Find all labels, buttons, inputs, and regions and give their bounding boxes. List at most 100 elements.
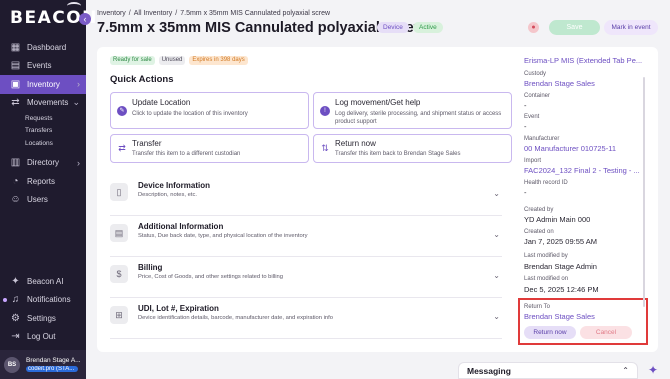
created-by-value: YD Admin Main 000 <box>524 215 591 224</box>
cancel-button[interactable]: Cancel <box>580 326 632 339</box>
qa-card-desc: Log delivery, sterile processing, and sh… <box>335 111 502 125</box>
unused-chip: Unused <box>158 56 186 65</box>
sidebar-item-dashboard[interactable]: ▦ Dashboard <box>0 38 86 57</box>
chevron-down-icon: ⌄ <box>493 271 500 280</box>
sidebar: BEACON ‹ ▦ Dashboard ▤ Events ▣ Inventor… <box>0 0 96 379</box>
sidebar-item-reports[interactable]: ◔ Reports <box>0 172 86 191</box>
breadcrumb-all-inventory[interactable]: All Inventory <box>134 10 173 17</box>
additional-information-section[interactable]: ▤ Additional Information Status, Due bac… <box>110 216 502 257</box>
user-org-badge: codeit.pro (STA... <box>26 366 78 372</box>
return-to-box: Return To Brendan Stage Sales Return now… <box>518 298 648 345</box>
modified-by-label: Last modified by <box>524 253 568 259</box>
save-button[interactable]: Save <box>549 20 600 35</box>
udi-section[interactable]: ⊞ UDI, Lot #, Expiration Device identifi… <box>110 298 502 339</box>
section-desc: Price, Cost of Goods, and other settings… <box>138 274 284 280</box>
sidebar-item-label: Settings <box>27 313 56 323</box>
modified-by-value: Brendan Stage Admin <box>524 262 597 271</box>
container-label: Container <box>524 93 551 99</box>
import-value[interactable]: FAC2024_132 Final 2 - Testing - ... <box>524 166 646 175</box>
sidebar-item-users[interactable]: ☺ Users <box>0 191 86 210</box>
chevron-down-icon: ⌄ <box>493 230 500 239</box>
device-icon: ▯ <box>110 183 128 201</box>
details-panel: Erisma-LP MIS (Extended Tab Pe... Custod… <box>518 52 648 350</box>
sidebar-item-label: Notifications <box>27 295 71 305</box>
user-profile[interactable]: BS Brendan Stage A... codeit.pro (STA... <box>0 350 86 379</box>
sidebar-subitem-label: Requests <box>25 114 53 122</box>
bell-icon: ♫ <box>11 294 20 306</box>
return-to-value[interactable]: Brendan Stage Sales <box>524 312 646 321</box>
sidebar-item-movements[interactable]: ⇄ Movements ⌄ <box>0 94 86 113</box>
sidebar-item-directory[interactable]: ▥ Directory › <box>0 154 86 173</box>
transfer-icon: ⇄ <box>118 143 126 153</box>
breadcrumb: Inventory / All Inventory/7.5mm x 35mm MIS… <box>97 10 330 17</box>
sidebar-item-events[interactable]: ▤ Events <box>0 57 86 76</box>
return-to-label: Return To <box>524 304 550 310</box>
section-title: UDI, Lot #, Expiration <box>138 304 219 313</box>
return-now-button[interactable]: Return now <box>524 326 576 339</box>
sidebar-item-label: Events <box>27 61 52 71</box>
chevron-up-icon[interactable]: ⌃ <box>622 366 629 375</box>
device-tag: Device <box>377 22 409 33</box>
section-desc: Device identification details, barcode, … <box>138 315 333 321</box>
health-record-value: - <box>524 188 527 197</box>
sidebar-item-settings[interactable]: ⚙ Settings <box>0 309 86 328</box>
dollar-icon: $ <box>110 265 128 283</box>
avatar: BS <box>4 356 20 373</box>
product-link[interactable]: Erisma-LP MIS (Extended Tab Pe... <box>524 56 646 65</box>
chevron-down-icon: ⌄ <box>72 97 80 108</box>
sidebar-item-label: Reports <box>27 176 56 186</box>
gear-icon: ⚙ <box>11 312 20 324</box>
document-icon: ▤ <box>110 224 128 242</box>
container-value: - <box>524 101 527 110</box>
alert-icon[interactable]: ● <box>528 22 539 33</box>
event-label: Event <box>524 114 540 120</box>
notification-dot <box>3 297 7 302</box>
sparkle-icon[interactable]: ✦ <box>646 363 660 377</box>
log-movement-card[interactable]: ! Log movement/Get help Log delivery, st… <box>313 92 512 129</box>
scrollbar[interactable] <box>643 77 645 307</box>
sidebar-item-label: Movements <box>27 98 69 108</box>
sidebar-item-label: Directory <box>27 158 60 168</box>
breadcrumb-separator: / <box>128 10 131 17</box>
qa-card-desc: Click to update the location of this inv… <box>132 111 248 117</box>
device-information-section[interactable]: ▯ Device Information Description, notes,… <box>110 175 502 216</box>
health-record-label: Health record ID <box>524 180 568 186</box>
sidebar-item-notifications[interactable]: ♫ Notifications <box>0 291 86 310</box>
sidebar-item-label: Dashboard <box>27 42 67 52</box>
section-desc: Description, notes, etc. <box>138 192 197 198</box>
chevron-right-icon: › <box>77 157 80 168</box>
event-value: - <box>524 122 527 131</box>
location-icon: ✎ <box>117 105 127 116</box>
status-badge: Active <box>413 22 443 33</box>
manufacturer-value[interactable]: 00 Manufacturer 010725-11 <box>524 144 646 153</box>
breadcrumb-separator: / <box>175 10 178 17</box>
sidebar-item-label: Users <box>27 195 48 205</box>
mark-in-event-button[interactable]: Mark in event <box>604 20 658 35</box>
sidebar-nav: ▦ Dashboard ▤ Events ▣ Inventory › ⇄ Mov… <box>0 38 86 209</box>
chevron-right-icon: › <box>77 79 80 90</box>
breadcrumb-inventory[interactable]: Inventory <box>97 10 126 17</box>
sidebar-subitem-locations[interactable]: Locations <box>0 137 86 150</box>
created-on-value: Jan 7, 2025 09:55 AM <box>524 237 597 246</box>
transfer-card[interactable]: ⇄ Transfer Transfer this item to a diffe… <box>110 134 309 163</box>
custody-value[interactable]: Brendan Stage Sales <box>524 79 646 88</box>
qa-card-desc: Transfer this item back to Brendan Stage… <box>335 151 461 157</box>
sidebar-item-logout[interactable]: ⇥ Log Out <box>0 328 86 347</box>
sidebar-subitem-label: Locations <box>25 139 53 147</box>
movements-icon: ⇄ <box>11 97 20 109</box>
chevron-down-icon: ⌄ <box>493 189 500 198</box>
reports-icon: ◔ <box>12 175 19 187</box>
update-location-card[interactable]: ✎ Update Location Click to update the lo… <box>110 92 309 129</box>
sidebar-subitem-requests[interactable]: Requests <box>0 112 86 125</box>
sidebar-item-inventory[interactable]: ▣ Inventory › <box>0 75 86 94</box>
sidebar-item-beacon-ai[interactable]: ✦ Beacon AI <box>0 272 86 291</box>
return-now-card[interactable]: ⇅ Return now Transfer this item back to … <box>313 134 512 163</box>
billing-section[interactable]: $ Billing Price, Cost of Goods, and othe… <box>110 257 502 298</box>
sidebar-item-label: Beacon AI <box>27 276 64 286</box>
chevron-left-icon[interactable]: ‹ <box>79 13 91 25</box>
sidebar-subitem-transfers[interactable]: Transfers <box>0 125 86 138</box>
modified-on-label: Last modified on <box>524 276 569 282</box>
created-by-label: Created by <box>524 207 554 213</box>
breadcrumb-current: 7.5mm x 35mm MIS Cannulated polyaxial sc… <box>180 10 331 17</box>
messaging-panel[interactable]: Messaging ⌃ <box>458 362 638 379</box>
